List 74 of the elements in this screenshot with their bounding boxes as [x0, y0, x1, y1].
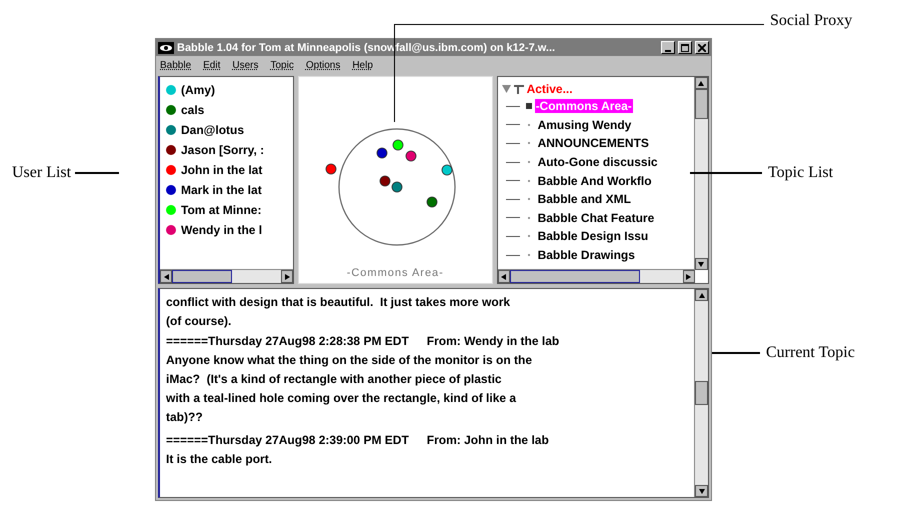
tree-item[interactable]: Babble And Workflo — [538, 174, 652, 188]
message-sender: From: Wendy in the lab — [426, 333, 560, 350]
scroll-right-icon[interactable] — [686, 274, 692, 280]
bullet-icon — [528, 254, 530, 256]
bullet-icon — [528, 180, 530, 182]
tree-item[interactable]: Babble Drawings — [538, 248, 635, 262]
user-name[interactable]: Tom at Minne: — [181, 202, 262, 216]
minimize-button[interactable] — [661, 41, 675, 54]
user-name[interactable]: John in the lat — [181, 162, 262, 176]
message-text: with a teal-lined hole coming over the rectangle, kind of like a — [166, 390, 518, 407]
proxy-caption: -Commons Area- — [346, 267, 444, 279]
maximize-icon — [681, 44, 689, 52]
horizontal-scrollbar[interactable] — [498, 269, 695, 283]
bullet-icon — [528, 235, 530, 238]
user-name[interactable]: Jason [Sorry, : — [181, 142, 264, 156]
bullet-icon — [528, 142, 530, 144]
vertical-scrollbar[interactable] — [694, 77, 708, 270]
bullet-icon — [528, 216, 530, 219]
tree-item[interactable]: Amusing Wendy — [538, 118, 632, 132]
callout-label: Social Proxy — [770, 12, 852, 30]
scroll-down-icon[interactable] — [698, 488, 704, 494]
bullet-icon — [528, 161, 530, 164]
menu-item[interactable]: Topic — [270, 60, 294, 70]
menu-item[interactable]: Edit — [203, 60, 220, 70]
bullet-icon — [528, 124, 530, 126]
message-text: tab)?? — [166, 409, 204, 426]
eye-icon — [158, 42, 174, 54]
horizontal-scrollbar[interactable] — [160, 269, 293, 283]
user-name[interactable]: (Amy) — [181, 82, 216, 96]
tree-item[interactable]: Auto-Gone discussic — [538, 155, 658, 170]
message-text: Anyone know what the thing on the side of the monitor is on the — [166, 352, 533, 369]
tree-item[interactable]: Babble Design Issu — [538, 229, 648, 244]
minimize-icon — [665, 50, 671, 52]
callout-label: Current Topic — [766, 344, 855, 362]
user-name[interactable]: cals — [181, 102, 204, 116]
close-button[interactable] — [695, 41, 709, 54]
message-sender: From: John in the lab — [426, 432, 549, 449]
callout-label: User List — [12, 164, 72, 182]
vertical-scrollbar[interactable] — [694, 289, 708, 497]
menu-item[interactable]: Babble — [160, 60, 192, 70]
scroll-down-icon[interactable] — [698, 262, 704, 266]
leader-line — [75, 172, 120, 174]
menu-item[interactable]: Users — [232, 60, 258, 70]
menu-item[interactable]: Help — [352, 60, 373, 70]
scroll-thumb[interactable] — [695, 381, 708, 405]
callout-label: Topic List — [768, 164, 834, 182]
user-name[interactable]: Wendy in the l — [181, 222, 262, 236]
leader-line — [690, 172, 762, 174]
tree-item[interactable]: ANNOUNCEMENTS — [538, 136, 649, 150]
message-date: ======Thursday 27Aug98 2:39:00 PM EDT — [166, 432, 409, 449]
tree-root-label[interactable]: Active... — [526, 82, 573, 96]
leader-line — [712, 352, 760, 354]
message-date: ======Thursday 27Aug98 2:28:38 PM EDT — [166, 333, 409, 350]
user-name[interactable]: Dan@lotus — [181, 122, 244, 136]
user-name[interactable]: Mark in the lat — [181, 182, 262, 196]
scroll-thumb[interactable] — [510, 270, 640, 283]
bullet-icon — [526, 103, 532, 110]
close-icon — [698, 44, 706, 52]
scroll-thumb[interactable] — [172, 270, 232, 283]
scroll-right-icon[interactable] — [284, 274, 290, 280]
message-text: It is the cable port. — [166, 451, 274, 468]
scroll-left-icon[interactable] — [164, 274, 168, 280]
maximize-button[interactable] — [678, 41, 692, 54]
scroll-up-icon[interactable] — [698, 292, 704, 298]
message-text: conflict with design that is beautiful. It just takes more work — [166, 294, 512, 311]
bullet-icon — [528, 198, 530, 200]
tree-item[interactable]: Babble and XML — [538, 192, 631, 206]
scroll-thumb[interactable] — [694, 89, 708, 119]
tree-item[interactable]: Babble Chat Feature — [538, 210, 654, 225]
message-text: (of course). — [166, 313, 232, 330]
message-text: iMac? (It's a kind of rectangle with another piece of plastic — [166, 371, 503, 388]
menu-item[interactable]: Options — [306, 60, 340, 70]
scroll-left-icon[interactable] — [501, 274, 506, 280]
scroll-up-icon[interactable] — [698, 80, 704, 86]
